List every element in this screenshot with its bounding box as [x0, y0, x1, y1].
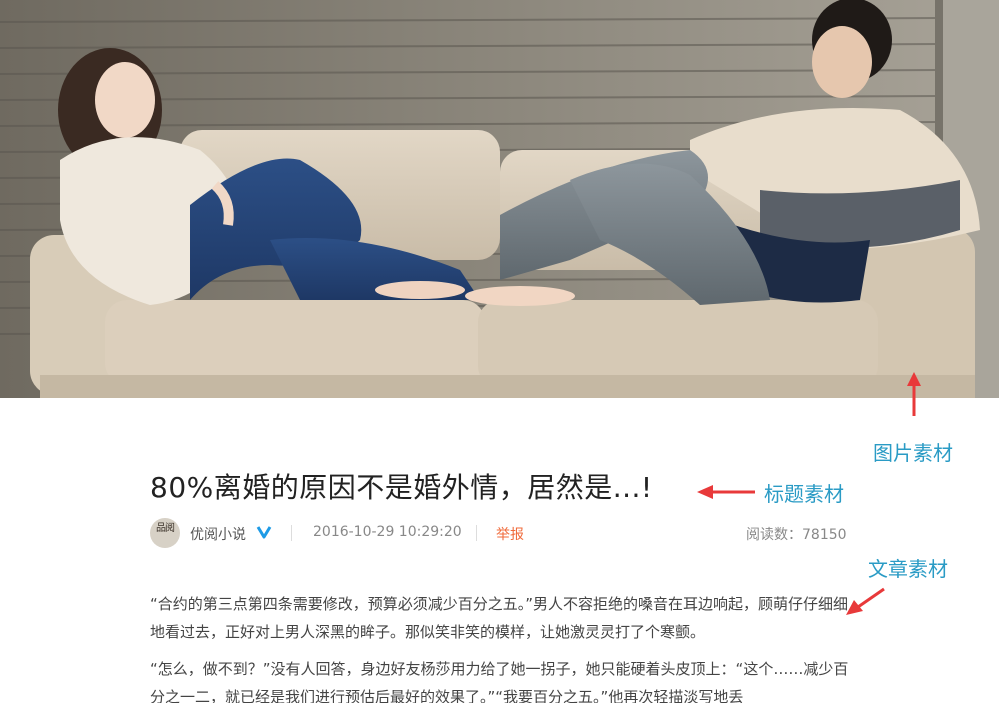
report-link[interactable]: 举报: [496, 524, 524, 544]
publish-date: 2016-10-29 10:29:20: [313, 524, 462, 540]
article-paragraph: “合约的第三点第四条需要修改，预算必须减少百分之五。”男人不容拒绝的嗓音在耳边响…: [150, 595, 849, 641]
article-paragraph: “怎么，做不到？”没有人回答，身边好友杨莎用力给了她一拐子，她只能硬着头皮顶上：…: [150, 660, 849, 703]
article-title: 80%离婚的原因不是婚外情，居然是...!: [150, 471, 653, 504]
meta-divider: [291, 525, 292, 541]
avatar-text: 品阅: [156, 523, 175, 534]
photo-couple-on-sofa: [0, 0, 999, 398]
title-material-label: 标题素材: [764, 482, 844, 506]
arrow-up-icon: [907, 372, 921, 416]
article-meta: 品阅 优阅小说 2016-10-29 10:29:20 举报 阅读数：78150: [150, 516, 850, 550]
article-page: 图片素材 80%离婚的原因不是婚外情，居然是...! 标题素材 品阅 优阅小说 …: [0, 0, 999, 703]
read-count: 阅读数：78150: [746, 524, 847, 544]
read-count-label: 阅读数：: [746, 527, 802, 543]
verified-icon: [256, 526, 272, 539]
author-name[interactable]: 优阅小说: [190, 524, 246, 544]
meta-divider: [476, 525, 477, 541]
hero-image: [0, 0, 999, 398]
text-material-label: 文章素材: [868, 557, 948, 581]
arrow-left-icon: [697, 485, 755, 499]
image-material-label: 图片素材: [873, 441, 953, 465]
arrow-down-left-icon: [846, 587, 885, 615]
author-avatar[interactable]: 品阅: [150, 518, 180, 548]
read-count-value: 78150: [802, 527, 847, 543]
